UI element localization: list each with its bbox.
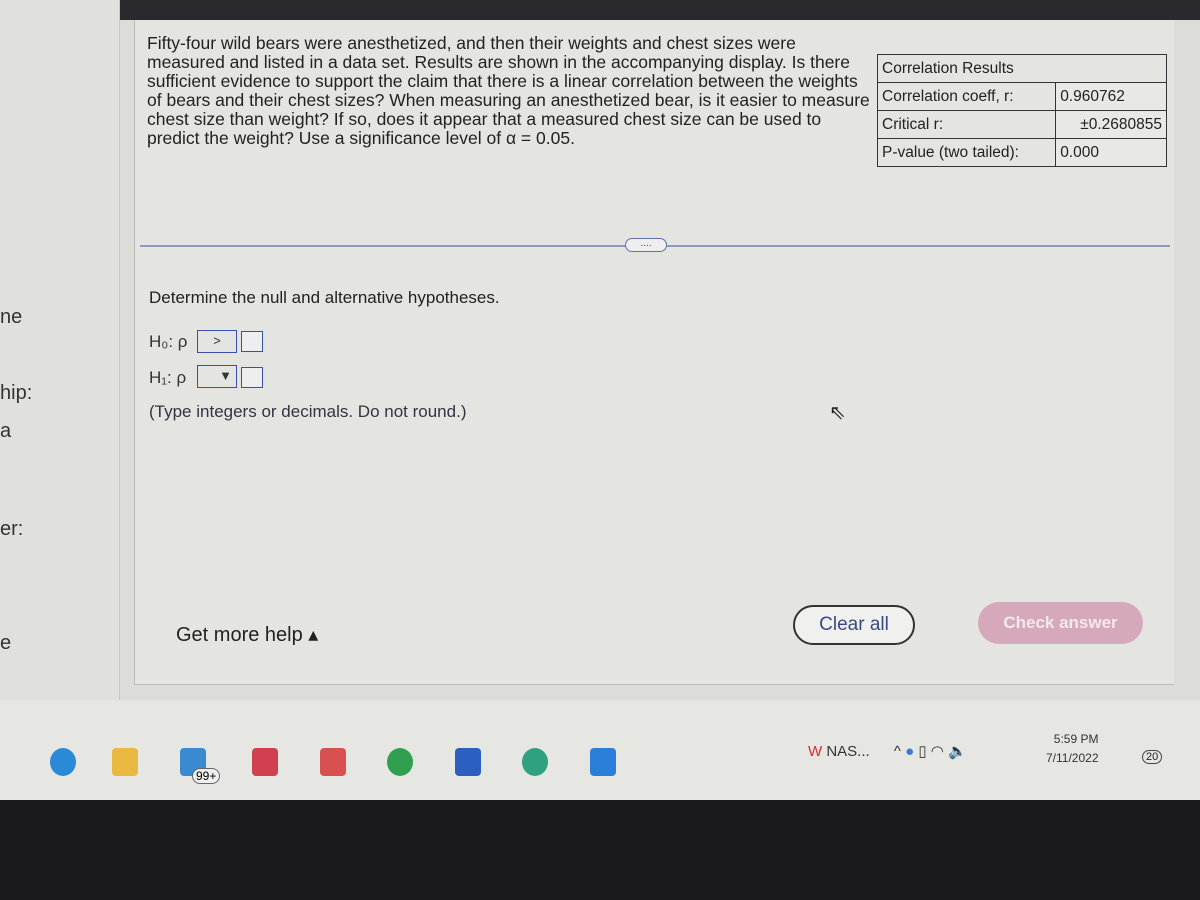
left-side-panel: ne hip: a er: e bbox=[0, 0, 120, 700]
chevron-up-icon[interactable]: ^ bbox=[894, 743, 901, 760]
prompt-text: Determine the null and alternative hypot… bbox=[149, 288, 500, 307]
left-fragment: hip: bbox=[0, 382, 33, 404]
screen: ne hip: a er: e Fifty-four wild bears we… bbox=[0, 0, 1200, 800]
expand-button[interactable]: .... bbox=[625, 238, 667, 252]
instruction-note: (Type integers or decimals. Do not round… bbox=[149, 402, 467, 421]
edge-dev-icon[interactable] bbox=[522, 748, 548, 776]
correlation-results-table: Correlation Results Correlation coeff, r… bbox=[876, 54, 1167, 167]
edge-icon[interactable] bbox=[50, 748, 76, 776]
get-more-help-button[interactable]: Get more help ▴ bbox=[176, 622, 318, 647]
question-text: Fifty-four wild bears were anesthetized,… bbox=[147, 33, 870, 148]
clear-all-button[interactable]: Clear all bbox=[793, 605, 915, 645]
camera-icon[interactable]: ▯ bbox=[918, 743, 926, 760]
h1-value-input[interactable] bbox=[241, 367, 263, 388]
table-row: Correlation coeff, r: 0.960762 bbox=[876, 82, 1167, 111]
left-fragment: er: bbox=[0, 518, 24, 540]
row-value: 0.960762 bbox=[1055, 82, 1167, 111]
mail-badge: 99+ bbox=[192, 768, 221, 784]
top-bar bbox=[120, 0, 1200, 20]
row-value: 0.000 bbox=[1055, 138, 1167, 167]
row-label: Critical r: bbox=[876, 110, 1057, 139]
check-answer-button[interactable]: Check answer bbox=[978, 602, 1143, 644]
nas-app-icon[interactable]: W bbox=[808, 743, 822, 760]
file-explorer-icon[interactable] bbox=[112, 748, 138, 776]
table-row: P-value (two tailed): 0.000 bbox=[876, 138, 1167, 167]
mouse-cursor-icon: ⇖ bbox=[829, 402, 846, 424]
system-tray: W NAS... ^ ● ▯ ◠ 🔈 bbox=[808, 742, 967, 760]
clock[interactable]: 5:59 PM 7/11/2022 bbox=[1046, 730, 1099, 768]
table-row: Critical r: ±0.2680855 bbox=[876, 110, 1167, 139]
word-icon[interactable] bbox=[455, 748, 481, 776]
wifi-icon[interactable]: ◠ bbox=[931, 743, 944, 760]
onedrive-icon[interactable]: ● bbox=[905, 743, 914, 760]
date: 7/11/2022 bbox=[1046, 751, 1099, 765]
store-icon[interactable] bbox=[590, 748, 616, 776]
tray-app-label[interactable]: NAS... bbox=[826, 743, 869, 760]
h0-value-input[interactable] bbox=[241, 331, 263, 352]
left-fragment: ne bbox=[0, 306, 23, 328]
reader-icon[interactable] bbox=[252, 748, 278, 776]
notification-count[interactable]: 20 bbox=[1142, 750, 1163, 764]
row-value: ±0.2680855 bbox=[1055, 110, 1167, 139]
question-panel: Fifty-four wild bears were anesthetized,… bbox=[134, 20, 1174, 685]
volume-icon[interactable]: 🔈 bbox=[948, 743, 967, 760]
table-title: Correlation Results bbox=[877, 54, 1167, 83]
row-label: P-value (two tailed): bbox=[876, 138, 1057, 167]
chrome-icon[interactable] bbox=[387, 748, 413, 776]
h0-relation-dropdown[interactable]: > bbox=[197, 330, 237, 353]
row-label: Correlation coeff, r: bbox=[876, 82, 1057, 111]
h1-label: H₁: ρ bbox=[149, 368, 187, 387]
taskbar: 99+ W NAS... ^ ● ▯ ◠ 🔈 5:59 PM 7/11/2022… bbox=[0, 700, 1200, 800]
left-fragment: a bbox=[0, 420, 12, 442]
app-icon[interactable] bbox=[320, 748, 346, 776]
time: 5:59 PM bbox=[1053, 732, 1099, 746]
h1-relation-dropdown[interactable]: ▼ bbox=[197, 365, 237, 388]
left-fragment: e bbox=[0, 632, 12, 654]
h0-label: H₀: ρ bbox=[149, 332, 188, 351]
